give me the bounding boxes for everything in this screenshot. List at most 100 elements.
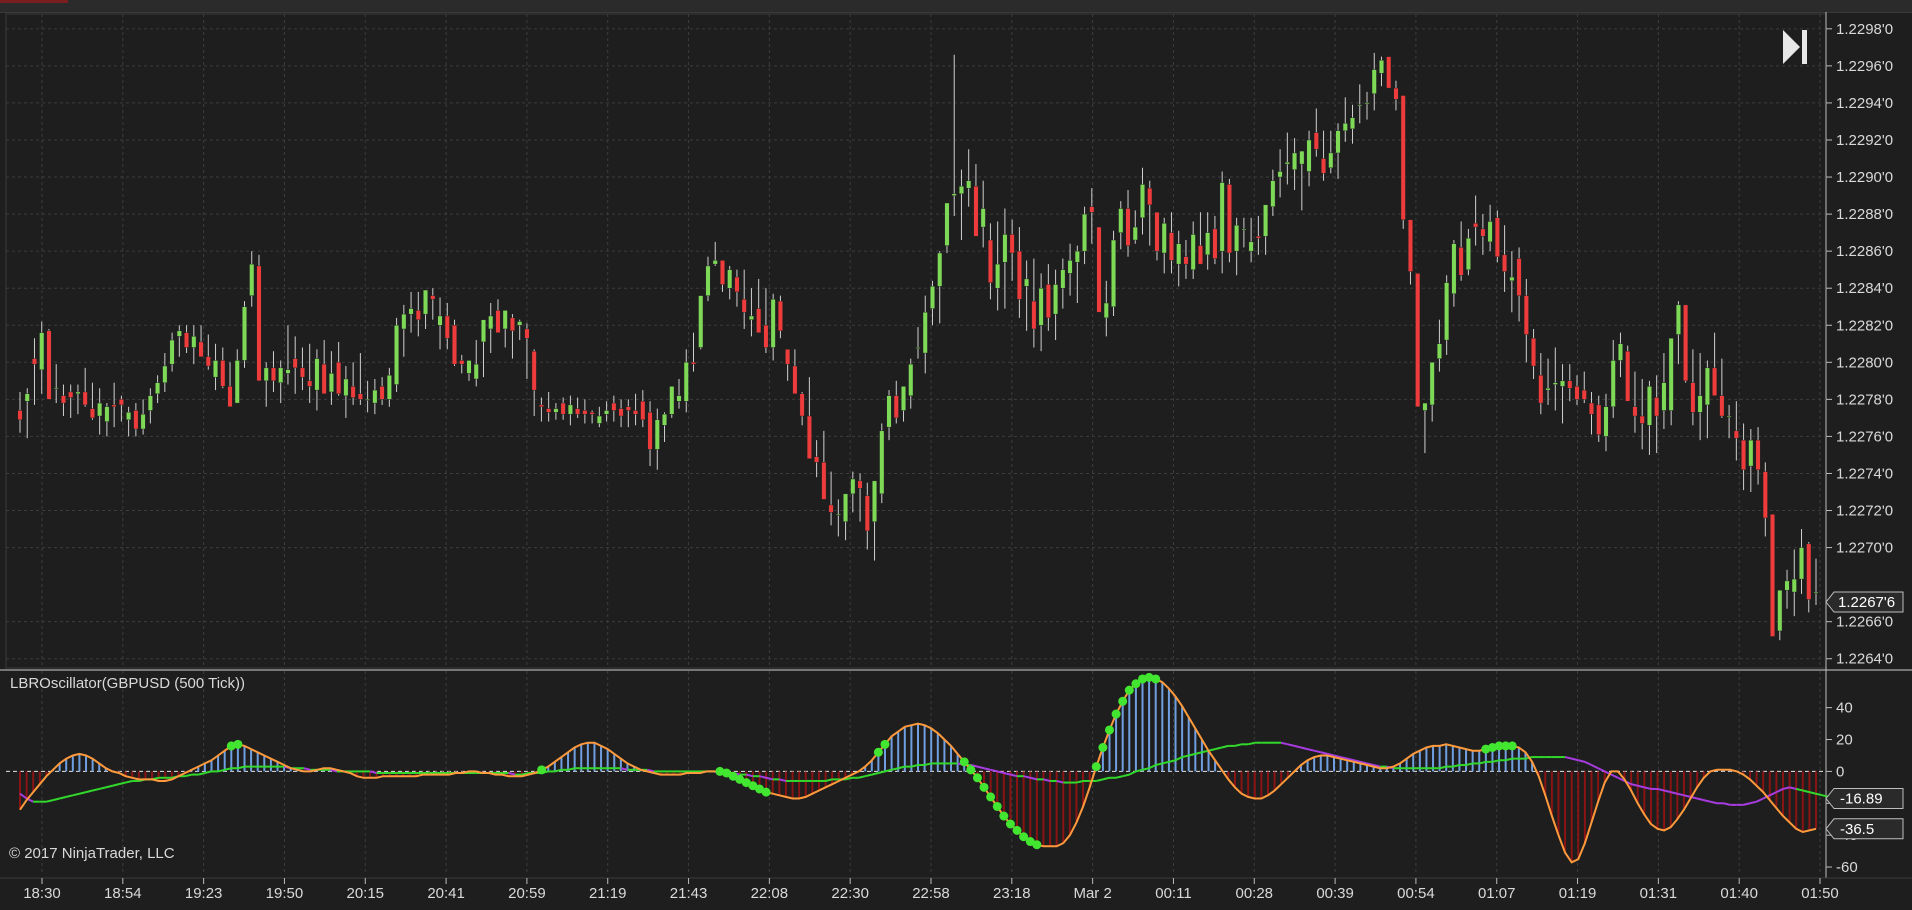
signal-line-segment [878, 770, 886, 774]
candle-body [1480, 228, 1486, 237]
osc-value-label: -36.5 [1840, 821, 1874, 838]
signal-dot [966, 765, 976, 775]
candle-body [1581, 389, 1587, 400]
candle-body [611, 402, 617, 411]
candle-body [1284, 162, 1290, 165]
signal-line-segment [85, 789, 93, 794]
signal-line-segment [1096, 778, 1104, 782]
candle-body [1639, 415, 1645, 424]
candle-body [1060, 269, 1066, 289]
candle-body [691, 362, 696, 365]
candle-body [727, 269, 733, 289]
candle-body [901, 386, 906, 411]
signal-line-segment [59, 795, 67, 800]
candle-body [1502, 254, 1508, 272]
signal-dot [1091, 762, 1101, 772]
time-tick-label: 00:54 [1397, 885, 1435, 902]
signal-line-segment [1115, 775, 1123, 779]
signal-line-segment [1320, 751, 1328, 755]
candle-body [1654, 397, 1660, 417]
candle-body [1111, 239, 1116, 307]
candle-body [1234, 225, 1240, 252]
candle-body [357, 393, 363, 400]
signal-line-segment [1294, 744, 1302, 749]
price-tick-label: 1.2276'0 [1836, 428, 1893, 445]
candle-body [1683, 304, 1689, 382]
scroll-to-end-icon[interactable] [1783, 30, 1807, 64]
candle-body [944, 202, 950, 246]
candle-body [1132, 226, 1138, 241]
candle-body [1770, 514, 1775, 637]
candle-body [191, 336, 197, 348]
candle-body [1270, 180, 1276, 207]
indicator-title: LBROscillator(GBPUSD (500 Tick)) [10, 675, 245, 692]
candle-body [1806, 543, 1812, 600]
candle-body [466, 360, 472, 374]
signal-dot [1098, 743, 1108, 752]
signal-line-segment [1610, 773, 1619, 779]
time-tick-label: 22:58 [912, 885, 950, 902]
candle-body [61, 395, 66, 404]
signal-line-segment [1287, 743, 1295, 747]
time-tick-label: 22:30 [831, 885, 869, 902]
candle-body [1661, 382, 1667, 411]
time-tick-label: 00:39 [1316, 885, 1354, 902]
chart-area[interactable]: 1.2298'0 1.2296'0 1.2294'0 1.2292'0 1.2290'0… [0, 0, 1912, 910]
signal-dot [1104, 725, 1114, 735]
last-price-label: 1.2267'6 [1838, 594, 1895, 611]
candle-body [828, 504, 834, 513]
candle-body [1393, 87, 1399, 100]
candle-body [1675, 304, 1681, 335]
candle-body [1016, 250, 1022, 300]
candle-body [835, 514, 841, 516]
price-tick-label: 1.2288'0 [1836, 206, 1893, 223]
candle-body [1408, 219, 1413, 272]
candle-body [1038, 287, 1044, 326]
candle-body [886, 395, 892, 428]
candle-body [1415, 273, 1421, 407]
candle-body [922, 312, 928, 354]
signal-line-segment [1591, 764, 1599, 770]
candle-body [1082, 213, 1088, 252]
candle-body [1364, 102, 1370, 105]
candle-body [1350, 117, 1355, 130]
price-tick-label: 1.2292'0 [1836, 132, 1893, 149]
price-tick-label: 1.2274'0 [1836, 465, 1893, 482]
candle-body [893, 395, 899, 419]
signal-line-segment [1234, 743, 1242, 747]
candle-body [662, 413, 667, 426]
grid-lines [0, 12, 1912, 879]
candle-body [1140, 184, 1145, 218]
candle-body [546, 408, 552, 413]
candle-body [698, 295, 704, 348]
candle-body [1704, 367, 1710, 406]
candle-body [271, 367, 276, 382]
candle-body [169, 339, 175, 365]
signal-dot [1005, 819, 1015, 829]
candle-body [683, 362, 689, 402]
candle-body [459, 360, 465, 365]
candle-body [756, 308, 762, 333]
candle-body [734, 276, 740, 293]
time-tick-label: 21:43 [670, 885, 708, 902]
candle-body [343, 378, 349, 396]
candle-body [973, 186, 979, 237]
candle-body [213, 360, 218, 378]
candle-body [1183, 256, 1189, 265]
candle-body [857, 480, 863, 489]
candle-body [1169, 232, 1174, 261]
candle-body [604, 410, 610, 415]
signal-line-segment [1128, 770, 1137, 776]
candle-body [531, 350, 537, 391]
candle-body [242, 306, 247, 361]
signal-line-segment [871, 772, 879, 776]
candle-body [748, 315, 754, 320]
candle-body [1690, 382, 1696, 413]
price-tick-label: 1.2264'0 [1836, 651, 1893, 668]
candle-body [1733, 430, 1739, 439]
candle-body [1712, 367, 1718, 396]
candle-body [792, 365, 798, 395]
candle-body [256, 265, 262, 382]
candle-body [1777, 589, 1783, 632]
signal-line-segment [1102, 776, 1110, 781]
